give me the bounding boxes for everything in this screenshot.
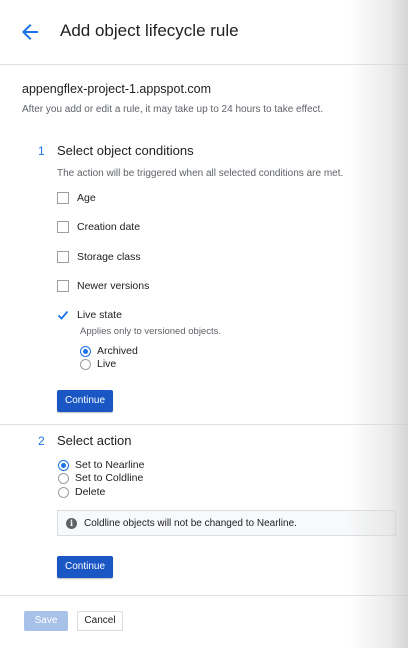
condition-newer-versions-checkbox[interactable]: Newer versions (57, 280, 149, 292)
radio-selected-icon[interactable] (80, 345, 91, 357)
page-title: Add object lifecycle rule (60, 21, 239, 40)
radio-delete[interactable]: Delete (58, 486, 105, 498)
info-icon: i (66, 517, 77, 529)
condition-storage-class-checkbox[interactable]: Storage class (57, 251, 141, 263)
condition-age-checkbox[interactable]: Age (57, 192, 96, 204)
radio-archived[interactable]: Archived (80, 345, 138, 357)
checkbox-unchecked-icon[interactable] (57, 221, 69, 233)
step-1-description: The action will be triggered when all se… (57, 168, 344, 179)
checkmark-icon[interactable] (57, 309, 69, 321)
step-1-title: Select object conditions (57, 143, 194, 158)
condition-label: Age (77, 192, 96, 204)
condition-label: Newer versions (77, 280, 150, 292)
cancel-button[interactable]: Cancel (77, 611, 123, 631)
rule-delay-note: After you add or edit a rule, it may tak… (22, 104, 324, 115)
radio-selected-icon[interactable] (58, 459, 69, 471)
step-2-number: 2 (38, 434, 45, 448)
footer-divider (0, 595, 408, 596)
condition-creation-date-checkbox[interactable]: Creation date (57, 221, 140, 233)
step-2-title: Select action (57, 433, 132, 448)
condition-label: Storage class (77, 251, 141, 263)
checkbox-unchecked-icon[interactable] (57, 280, 69, 292)
radio-unselected-icon[interactable] (58, 486, 69, 498)
radio-unselected-icon[interactable] (58, 472, 69, 484)
radio-label: Set to Coldline (75, 472, 144, 484)
arrow-back-icon[interactable] (18, 20, 42, 44)
radio-set-to-coldline[interactable]: Set to Coldline (58, 472, 143, 484)
radio-live[interactable]: Live (80, 358, 116, 370)
radio-set-to-nearline[interactable]: Set to Nearline (58, 459, 144, 471)
radio-unselected-icon[interactable] (80, 358, 91, 370)
page-header: Add object lifecycle rule (0, 0, 408, 65)
bucket-name: appengflex-project-1.appspot.com (22, 82, 212, 96)
radio-label: Set to Nearline (75, 459, 145, 471)
radio-label: Archived (97, 345, 138, 357)
radio-label: Live (97, 358, 117, 370)
radio-label: Delete (75, 486, 106, 498)
info-text: Coldline objects will not be changed to … (84, 517, 297, 529)
condition-live-state-checkbox[interactable]: Live state (57, 309, 122, 321)
live-state-note: Applies only to versioned objects. (80, 326, 221, 337)
step-1-continue-button[interactable]: Continue (57, 390, 114, 412)
step-1-number: 1 (38, 144, 45, 158)
step-2-continue-button[interactable]: Continue (57, 556, 114, 578)
condition-label: Creation date (77, 221, 141, 233)
checkbox-unchecked-icon[interactable] (57, 251, 69, 263)
edge-shadow (348, 0, 408, 648)
checkbox-unchecked-icon[interactable] (57, 192, 69, 204)
section-divider (0, 424, 408, 425)
save-button[interactable]: Save (24, 611, 68, 631)
info-message: i Coldline objects will not be changed t… (57, 510, 396, 536)
condition-label: Live state (77, 309, 122, 321)
